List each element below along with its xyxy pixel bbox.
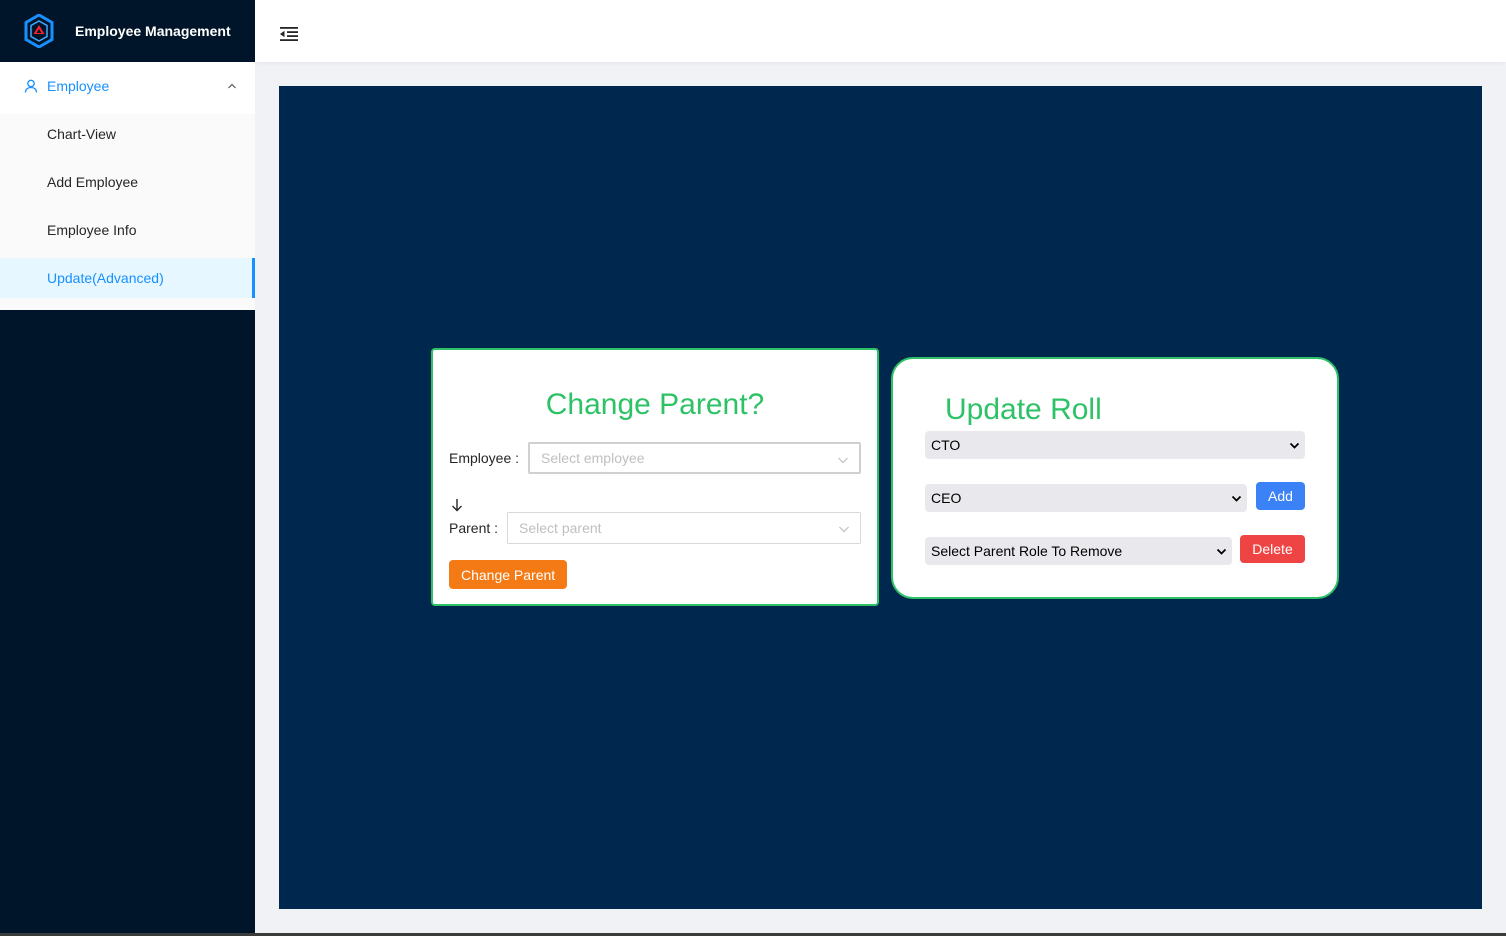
parent-label: Parent : bbox=[449, 520, 499, 536]
parent-select-placeholder: Select parent bbox=[519, 520, 602, 536]
parent-role-select[interactable]: CEO bbox=[925, 484, 1247, 512]
sidebar-item-label: Chart-View bbox=[47, 126, 116, 142]
chevron-down-icon bbox=[1231, 495, 1242, 502]
change-parent-title: Change Parent? bbox=[545, 388, 765, 421]
sidebar-item-update-advanced[interactable]: Update(Advanced) bbox=[0, 258, 255, 298]
employee-select[interactable]: Select employee bbox=[528, 442, 861, 474]
update-roll-title: Update Roll bbox=[945, 393, 1102, 426]
sidebar-item-label: Add Employee bbox=[47, 174, 139, 190]
logo-bar: Employee Management bbox=[0, 0, 255, 62]
sidebar-item-label: Update(Advanced) bbox=[47, 270, 164, 286]
arrow-down-icon bbox=[452, 499, 462, 512]
chevron-up-icon bbox=[228, 83, 236, 89]
sidebar-item-label: Employee Info bbox=[47, 222, 137, 238]
sidebar-group-employee[interactable]: Employee bbox=[0, 62, 255, 110]
change-parent-button[interactable]: Change Parent bbox=[449, 560, 568, 589]
parent-role-select-value: CEO bbox=[931, 490, 962, 506]
sidebar: Employee Management Employee Chart-View … bbox=[0, 0, 255, 936]
app-title: Employee Management bbox=[75, 23, 231, 39]
add-parent-role-button[interactable]: Add bbox=[1256, 482, 1305, 510]
top-header bbox=[255, 0, 1506, 62]
parent-form-row: Parent : Select parent bbox=[449, 512, 861, 544]
employee-select-placeholder: Select employee bbox=[541, 450, 645, 466]
user-icon bbox=[24, 79, 38, 93]
update-roll-card: Update Roll CTO CEO Add Select Parent Ro… bbox=[891, 357, 1339, 599]
chevron-down-icon bbox=[839, 526, 849, 533]
main-content: Change Parent? Employee : Select employe… bbox=[279, 86, 1482, 909]
sidebar-submenu: Chart-View Add Employee Employee Info Up… bbox=[0, 114, 255, 310]
sidebar-menu: Employee Chart-View Add Employee Employe… bbox=[0, 62, 255, 310]
menu-fold-icon[interactable] bbox=[279, 24, 299, 44]
chevron-down-icon bbox=[838, 457, 848, 464]
chevron-down-icon bbox=[1216, 548, 1227, 555]
role-select[interactable]: CTO bbox=[925, 431, 1305, 459]
chevron-down-icon bbox=[1289, 442, 1300, 449]
sidebar-group-label: Employee bbox=[47, 78, 110, 94]
employee-label: Employee : bbox=[449, 450, 520, 466]
sidebar-item-add-employee[interactable]: Add Employee bbox=[0, 162, 255, 202]
hexagon-logo-icon bbox=[24, 14, 54, 48]
remove-parent-role-select-value: Select Parent Role To Remove bbox=[931, 543, 1123, 559]
role-select-value: CTO bbox=[931, 437, 961, 453]
employee-form-row: Employee : Select employee bbox=[449, 442, 861, 474]
remove-parent-role-select[interactable]: Select Parent Role To Remove bbox=[925, 537, 1232, 565]
delete-parent-role-button[interactable]: Delete bbox=[1240, 535, 1305, 563]
sidebar-item-employee-info[interactable]: Employee Info bbox=[0, 210, 255, 250]
change-parent-card: Change Parent? Employee : Select employe… bbox=[431, 348, 879, 606]
parent-select[interactable]: Select parent bbox=[507, 512, 861, 544]
sidebar-item-chart-view[interactable]: Chart-View bbox=[0, 114, 255, 154]
